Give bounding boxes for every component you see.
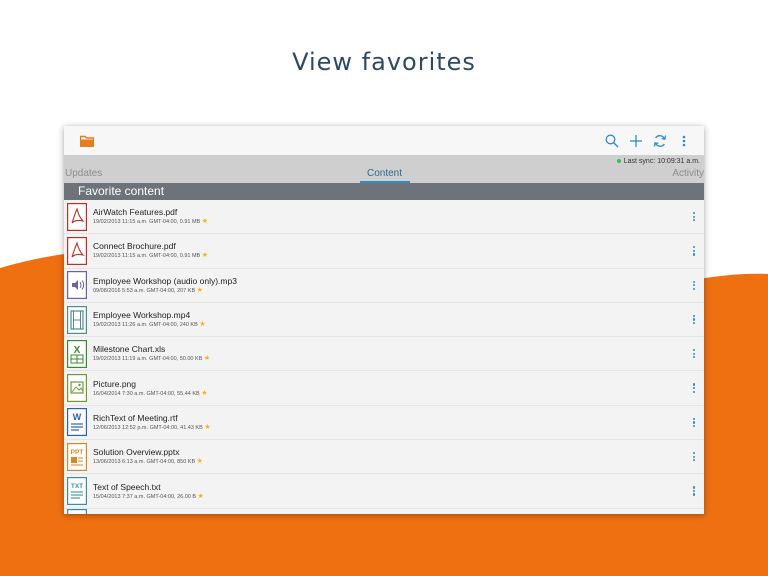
file-meta: 13/06/2013 6:13 a.m. GMT-04:00, 850 KB ★ (93, 458, 688, 466)
file-row-partial (64, 508, 704, 514)
document-file-icon (67, 508, 87, 514)
favorite-star-icon: ★ (201, 389, 208, 397)
item-menu-icon[interactable] (688, 486, 700, 497)
favorite-star-icon: ★ (199, 321, 206, 329)
file-name: Employee Workshop.mp4 (93, 310, 191, 321)
file-info: Connect Brochure.pdf 19/02/2013 11:15 a.m… (93, 241, 688, 260)
pdf-file-icon (67, 236, 87, 265)
file-meta: 15/04/2013 7:37 a.m. GMT-04:00, 26.00 B … (93, 493, 688, 501)
file-meta: 19/02/2013 11:15 a.m. GMT-04:00, 0.91 MB… (93, 218, 688, 226)
file-name: Employee Workshop (audio only).mp3 (93, 275, 237, 286)
file-row[interactable]: PPT Solution Overview.pptx 13/06/2013 6:13… (64, 440, 704, 475)
svg-text:X: X (74, 345, 81, 356)
svg-text:PPT: PPT (71, 449, 84, 456)
svg-text:TXT: TXT (71, 483, 83, 490)
file-info: Picture.png 16/04/2014 7:30 a.m. GMT-04:0… (93, 379, 688, 398)
audio-file-icon (67, 271, 87, 300)
file-meta: 19/02/2013 11:19 a.m. GMT-04:00, 50.00 K… (93, 355, 688, 363)
file-name: Solution Overview.pptx (93, 447, 180, 458)
file-name: Picture.png (93, 378, 136, 389)
search-icon[interactable] (604, 133, 620, 149)
item-menu-icon[interactable] (688, 451, 700, 462)
active-tab-indicator (360, 181, 410, 183)
item-menu-icon[interactable] (688, 417, 700, 428)
spreadsheet-file-icon: X (67, 339, 87, 368)
app-toolbar (64, 126, 704, 155)
text-file-icon: TXT (67, 477, 87, 506)
tab-content[interactable]: Content (367, 168, 402, 179)
file-meta-text: 15/04/2013 7:37 a.m. GMT-04:00, 26.00 B (93, 493, 197, 500)
item-menu-icon[interactable] (688, 211, 700, 222)
app-window: Last sync: 10:09:31 a.m. Updates Content… (64, 126, 704, 514)
pdf-file-icon (67, 202, 87, 231)
tab-updates[interactable]: Updates (65, 168, 102, 179)
item-menu-icon[interactable] (688, 314, 700, 325)
file-name: Text of Speech.txt (93, 481, 161, 492)
file-row[interactable]: Connect Brochure.pdf 19/02/2013 11:15 a.m… (64, 234, 704, 269)
file-meta-text: 16/04/2014 7:30 a.m. GMT-04:00, 55.44 KB (93, 390, 200, 397)
video-file-icon (67, 305, 87, 334)
favorite-star-icon: ★ (196, 458, 203, 466)
file-meta-text: 09/08/2016 5:53 a.m. GMT-04:00, 207 KB (93, 287, 196, 294)
sync-status: Last sync: 10:09:31 a.m. (64, 155, 704, 167)
svg-text:W: W (73, 412, 82, 422)
sync-icon[interactable] (652, 133, 668, 149)
file-meta-text: 19/02/2013 11:26 a.m. GMT-04:00, 240 KB (93, 322, 198, 329)
file-meta: 19/02/2013 11:15 a.m. GMT-04:00, 0.91 MB… (93, 252, 688, 260)
file-info: Text of Speech.txt 15/04/2013 7:37 a.m. G… (93, 482, 688, 501)
file-row[interactable]: TXT Text of Speech.txt 15/04/2013 7:37 a.m… (64, 474, 704, 509)
file-name: Milestone Chart.xls (93, 344, 166, 355)
sync-status-dot-icon (616, 159, 621, 163)
file-meta: 19/02/2013 11:26 a.m. GMT-04:00, 240 KB … (93, 321, 688, 329)
file-name: Connect Brochure.pdf (93, 241, 176, 252)
item-menu-icon[interactable] (688, 348, 700, 359)
item-menu-icon[interactable] (688, 246, 700, 257)
section-header: Favorite content (64, 183, 704, 200)
file-meta: 16/04/2014 7:30 a.m. GMT-04:00, 55.44 KB… (93, 390, 688, 398)
file-meta-text: 19/02/2013 11:15 a.m. GMT-04:00, 0.91 MB (93, 253, 201, 260)
file-info: RichText of Meeting.rtf 12/06/2013 12:52 … (93, 413, 688, 432)
file-name: RichText of Meeting.rtf (93, 412, 178, 423)
file-meta: 12/06/2013 12:52 p.m. GMT-04:00, 41.43 K… (93, 424, 688, 432)
image-file-icon (67, 374, 87, 403)
screen: View favorites Last sync: 10:09:31 a.m. … (0, 0, 768, 576)
file-row[interactable]: W RichText of Meeting.rtf 12/06/2013 12:52… (64, 406, 704, 441)
file-meta: 09/08/2016 5:53 a.m. GMT-04:00, 207 KB ★ (93, 287, 688, 295)
file-row[interactable]: Picture.png 16/04/2014 7:30 a.m. GMT-04:0… (64, 371, 704, 406)
add-icon[interactable] (628, 133, 644, 149)
item-menu-icon[interactable] (688, 383, 700, 394)
tab-activity[interactable]: Activity (672, 168, 704, 179)
file-list: AirWatch Features.pdf 19/02/2013 11:15 a.… (64, 200, 704, 514)
folder-icon[interactable] (80, 135, 94, 147)
presentation-file-icon: PPT (67, 442, 87, 471)
file-name: AirWatch Features.pdf (93, 207, 178, 218)
document-file-icon: W (67, 408, 87, 437)
file-meta-text: 12/06/2013 12:52 p.m. GMT-04:00, 41.43 K… (93, 424, 203, 431)
file-info: Solution Overview.pptx 13/06/2013 6:13 a.… (93, 447, 688, 466)
file-row[interactable]: X Milestone Chart.xls 19/02/2013 11:19 a.m… (64, 337, 704, 372)
file-info: Milestone Chart.xls 19/02/2013 11:19 a.m.… (93, 344, 688, 363)
favorite-star-icon: ★ (204, 423, 211, 431)
file-meta-text: 19/02/2013 11:19 a.m. GMT-04:00, 50.00 K… (93, 356, 203, 363)
file-meta-text: 13/06/2013 6:13 a.m. GMT-04:00, 850 KB (93, 459, 196, 466)
page-headline: View favorites (292, 48, 476, 76)
favorite-star-icon: ★ (203, 355, 211, 363)
favorite-star-icon: ★ (197, 492, 204, 500)
sync-status-label: Last sync: 10:09:31 a.m. (623, 157, 700, 165)
favorite-star-icon: ★ (196, 286, 203, 294)
tab-bar: Updates Content Activity (64, 167, 704, 183)
file-meta-text: 19/02/2013 11:15 a.m. GMT-04:00, 0.91 MB (93, 219, 201, 226)
file-info: Employee Workshop.mp4 19/02/2013 11:26 a.… (93, 310, 688, 329)
favorite-star-icon: ★ (201, 218, 209, 226)
file-row[interactable]: AirWatch Features.pdf 19/02/2013 11:15 a.… (64, 200, 704, 235)
item-menu-icon[interactable] (688, 280, 700, 291)
favorite-star-icon: ★ (201, 252, 209, 260)
file-row[interactable]: Employee Workshop (audio only).mp3 09/08/… (64, 269, 704, 303)
file-row[interactable]: Employee Workshop.mp4 19/02/2013 11:26 a.… (64, 303, 704, 338)
file-info: Employee Workshop (audio only).mp3 09/08/… (93, 276, 688, 295)
overflow-menu-icon[interactable] (676, 133, 692, 149)
file-info: AirWatch Features.pdf 19/02/2013 11:15 a.… (93, 207, 688, 226)
